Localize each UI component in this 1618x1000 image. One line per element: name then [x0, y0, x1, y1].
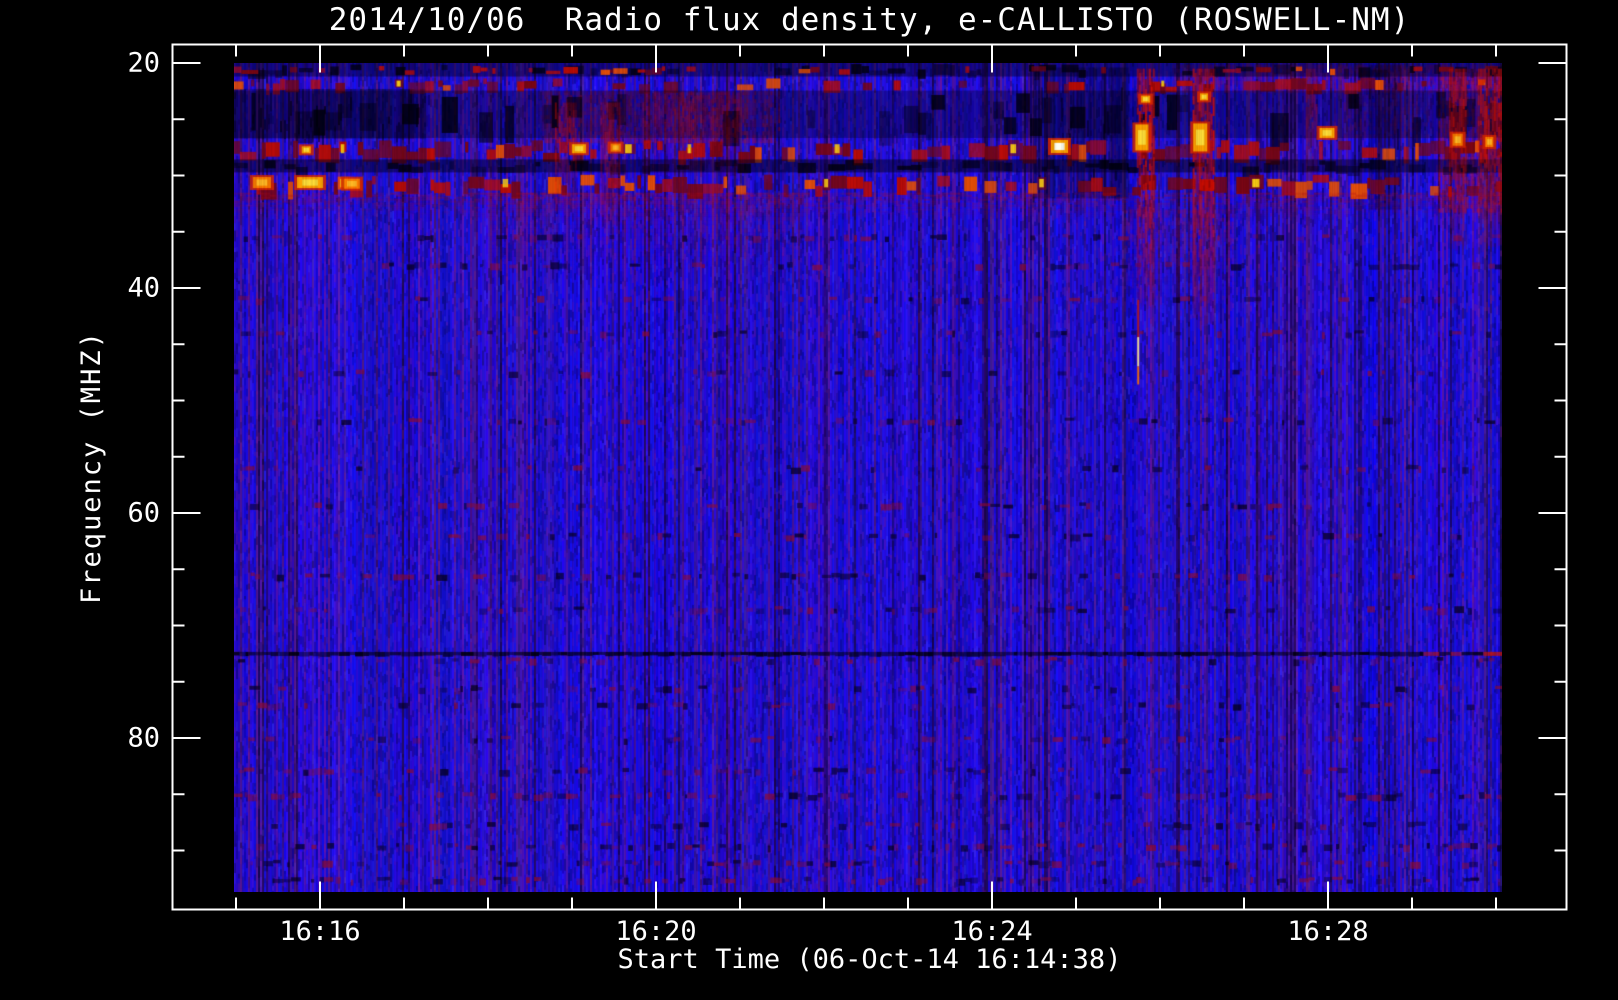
x-axis-label: Start Time (06-Oct-14 16:14:38) — [617, 944, 1122, 975]
y-tick-label: 20 — [127, 47, 160, 79]
axes-frame — [171, 43, 1568, 911]
y-tick-label: 80 — [127, 722, 160, 754]
x-tick-label: 16:24 — [951, 916, 1033, 947]
plot-box — [171, 43, 1568, 911]
y-axis-label: Frequency (MHZ) — [76, 330, 107, 604]
x-tick-label: 16:28 — [1287, 916, 1369, 947]
y-tick-label: 40 — [127, 272, 160, 304]
x-tick-label: 16:16 — [279, 916, 361, 947]
y-tick-label: 60 — [127, 497, 160, 529]
x-tick-label: 16:20 — [615, 916, 697, 947]
